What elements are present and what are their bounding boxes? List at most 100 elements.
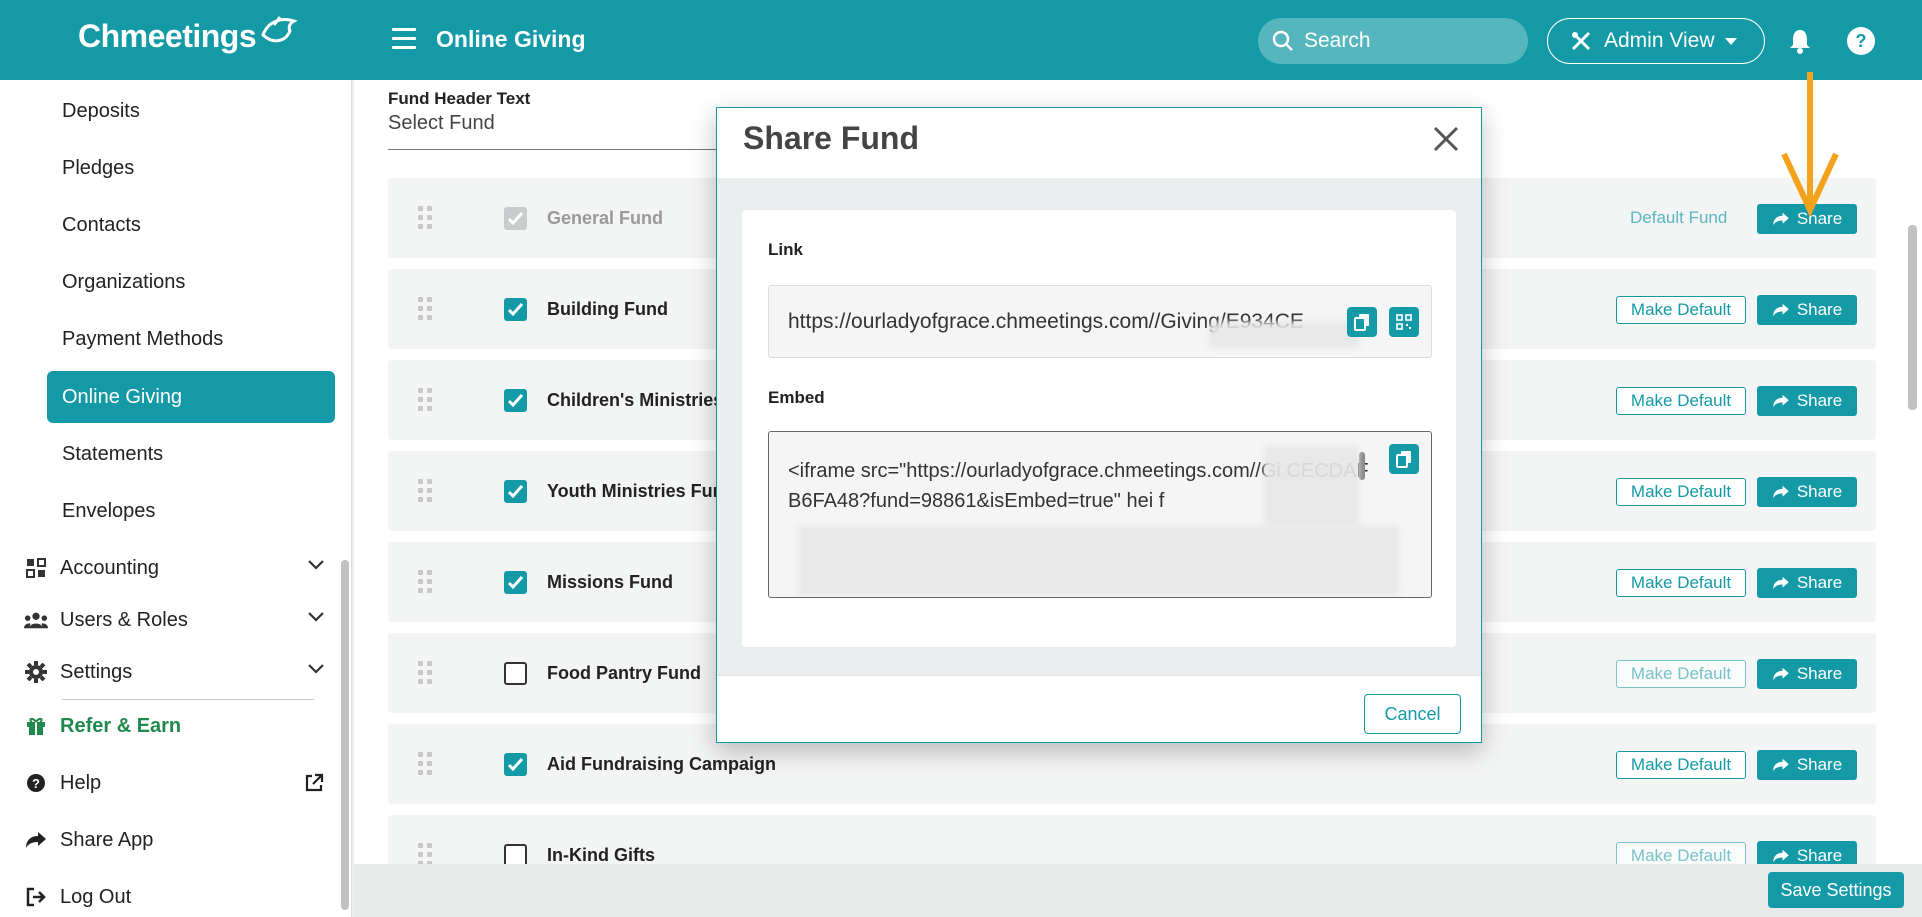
drag-handle-icon[interactable] bbox=[418, 206, 434, 230]
sidebar-item-online-giving[interactable]: Online Giving bbox=[47, 371, 335, 423]
share-arrow-icon bbox=[1773, 849, 1789, 863]
fund-name: Youth Ministries Fun bbox=[547, 481, 724, 501]
drag-handle-icon[interactable] bbox=[418, 388, 434, 412]
share-button[interactable]: Share bbox=[1757, 659, 1857, 689]
sidebar: Deposits Pledges Contacts Organizations … bbox=[0, 80, 352, 917]
share-arrow-icon bbox=[1773, 758, 1789, 772]
sidebar-item-pledges[interactable]: Pledges bbox=[0, 142, 340, 194]
sidebar-item-organizations[interactable]: Organizations bbox=[0, 256, 340, 308]
fund-header-label: Fund Header Text bbox=[388, 89, 531, 108]
admin-view-label: Admin View bbox=[1604, 29, 1715, 52]
embed-scrollbar[interactable] bbox=[1359, 452, 1365, 480]
gift-icon bbox=[27, 717, 45, 735]
share-arrow-icon bbox=[1773, 394, 1789, 408]
fund-header-select[interactable]: Select Fund bbox=[388, 112, 728, 150]
fund-checkbox[interactable] bbox=[504, 389, 527, 412]
logout-label: Log Out bbox=[60, 885, 132, 908]
footer-bar bbox=[354, 864, 1922, 917]
share-button[interactable]: Share bbox=[1757, 295, 1857, 325]
dialog-title: Share Fund bbox=[743, 120, 920, 156]
make-default-button[interactable]: Make Default bbox=[1616, 387, 1746, 415]
make-default-button[interactable]: Make Default bbox=[1616, 660, 1746, 688]
admin-view-dropdown[interactable]: Admin View bbox=[1547, 18, 1765, 64]
make-default-button[interactable]: Make Default bbox=[1616, 478, 1746, 506]
search-box[interactable] bbox=[1258, 18, 1528, 64]
logout-icon bbox=[26, 887, 46, 907]
qr-code-button[interactable] bbox=[1389, 307, 1419, 337]
make-default-button[interactable]: Make Default bbox=[1616, 569, 1746, 597]
search-input[interactable] bbox=[1304, 29, 1504, 53]
fund-name: Food Pantry Fund bbox=[547, 663, 701, 683]
sidebar-item-help[interactable]: ? Help bbox=[24, 759, 324, 807]
sidebar-item-deposits[interactable]: Deposits bbox=[0, 85, 340, 137]
share-button[interactable]: Share bbox=[1757, 386, 1857, 416]
fund-checkbox[interactable] bbox=[504, 662, 527, 685]
share-card: Link https://ourladyofgrace.chmeetings.c… bbox=[742, 210, 1456, 647]
drag-handle-icon[interactable] bbox=[418, 479, 434, 503]
fund-checkbox[interactable] bbox=[504, 298, 527, 321]
sidebar-item-envelopes[interactable]: Envelopes bbox=[0, 485, 340, 537]
menu-toggle-icon[interactable] bbox=[392, 28, 416, 50]
annotation-arrow-icon bbox=[1781, 72, 1839, 218]
dove-icon bbox=[261, 15, 299, 42]
sidebar-item-refer-earn[interactable]: Refer & Earn bbox=[24, 702, 324, 750]
drag-handle-icon[interactable] bbox=[418, 297, 434, 321]
dialog-body: Link https://ourladyofgrace.chmeetings.c… bbox=[717, 178, 1481, 675]
cancel-button[interactable]: Cancel bbox=[1364, 694, 1461, 734]
share-fund-dialog: Share Fund Link https://ourladyofgrace.c… bbox=[716, 107, 1482, 743]
users-icon bbox=[24, 612, 48, 629]
sidebar-item-contacts[interactable]: Contacts bbox=[0, 199, 340, 251]
dialog-footer-divider bbox=[717, 675, 1481, 676]
sidebar-section-settings[interactable]: Settings bbox=[24, 648, 324, 696]
bell-icon[interactable] bbox=[1788, 28, 1812, 54]
sidebar-item-logout[interactable]: Log Out bbox=[24, 873, 324, 917]
sidebar-item-payment-methods[interactable]: Payment Methods bbox=[0, 313, 340, 365]
users-roles-label: Users & Roles bbox=[60, 608, 188, 631]
fund-checkbox bbox=[504, 207, 527, 230]
share-arrow-icon bbox=[1773, 576, 1789, 590]
main-scrollbar[interactable] bbox=[1908, 225, 1917, 410]
fund-checkbox[interactable] bbox=[504, 480, 527, 503]
sidebar-item-share-app[interactable]: Share App bbox=[24, 816, 324, 864]
top-bar: Chmeetings Online Giving Admin View ? bbox=[0, 0, 1922, 80]
make-default-button[interactable]: Make Default bbox=[1616, 751, 1746, 779]
fund-checkbox[interactable] bbox=[504, 571, 527, 594]
chevron-down-icon bbox=[308, 560, 324, 570]
sidebar-scrollbar[interactable] bbox=[341, 560, 349, 910]
help-label: Help bbox=[60, 771, 102, 794]
qr-code-icon bbox=[1396, 314, 1412, 330]
search-icon bbox=[1272, 30, 1293, 51]
svg-text:?: ? bbox=[32, 776, 40, 791]
make-default-button[interactable]: Make Default bbox=[1616, 296, 1746, 324]
help-icon[interactable]: ? bbox=[1846, 26, 1876, 56]
copy-icon bbox=[1354, 314, 1369, 331]
svg-text:?: ? bbox=[1856, 31, 1867, 51]
sidebar-section-accounting[interactable]: Accounting bbox=[24, 544, 324, 592]
share-button[interactable]: Share bbox=[1757, 750, 1857, 780]
fund-name: Aid Fundraising Campaign bbox=[547, 754, 777, 774]
caret-down-icon bbox=[1724, 37, 1737, 45]
fund-name: Children's Ministries bbox=[547, 390, 724, 410]
embed-textarea[interactable]: <iframe src="https://ourladyofgrace.chme… bbox=[768, 431, 1432, 598]
gear-icon bbox=[25, 661, 47, 683]
copy-link-button[interactable] bbox=[1347, 307, 1377, 337]
drag-handle-icon[interactable] bbox=[418, 570, 434, 594]
page-title: Online Giving bbox=[436, 26, 586, 52]
chmeetings-logo[interactable]: Chmeetings bbox=[78, 15, 299, 55]
share-button[interactable]: Share bbox=[1757, 568, 1857, 598]
save-settings-button[interactable]: Save Settings bbox=[1768, 872, 1904, 908]
drag-handle-icon[interactable] bbox=[418, 752, 434, 776]
link-field[interactable]: https://ourladyofgrace.chmeetings.com//G… bbox=[768, 285, 1432, 358]
drag-handle-icon[interactable] bbox=[418, 661, 434, 685]
default-fund-label: Default Fund bbox=[1630, 208, 1728, 227]
external-link-icon bbox=[305, 773, 324, 792]
redaction-blur bbox=[1209, 322, 1359, 348]
share-button[interactable]: Share bbox=[1757, 477, 1857, 507]
copy-icon bbox=[1396, 451, 1411, 468]
accounting-label: Accounting bbox=[60, 556, 159, 579]
copy-embed-button[interactable] bbox=[1389, 444, 1419, 474]
sidebar-section-users-roles[interactable]: Users & Roles bbox=[24, 596, 324, 644]
sidebar-item-statements[interactable]: Statements bbox=[0, 428, 340, 480]
fund-checkbox[interactable] bbox=[504, 753, 527, 776]
close-icon[interactable] bbox=[1431, 124, 1461, 154]
